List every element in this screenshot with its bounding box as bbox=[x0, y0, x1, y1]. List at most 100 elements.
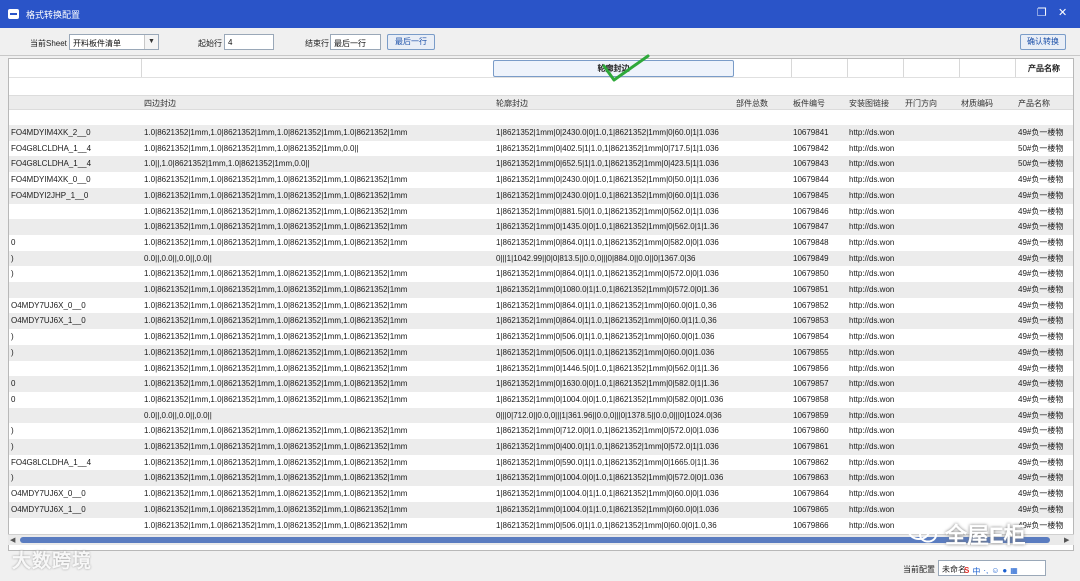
four-edge-cell[interactable]: 1.0|8621352|1mm,1.0|8621352|1mm,1.0|8621… bbox=[144, 301, 444, 311]
product-name-cell[interactable]: 49#负一楼物 bbox=[1018, 411, 1073, 421]
four-edge-cell[interactable]: 1.0|8621352|1mm,1.0|8621352|1mm,1.0|8621… bbox=[144, 426, 444, 436]
scroll-left-icon[interactable]: ◀ bbox=[10, 535, 15, 546]
table-row[interactable]: FO4MDYIM4XK_0__0 1.0|8621352|1mm,1.0|8621… bbox=[9, 172, 1073, 189]
product-name-cell[interactable]: 49#负一楼物 bbox=[1018, 269, 1073, 279]
board-id-cell[interactable]: 10679861 bbox=[793, 442, 843, 452]
chevron-down-icon[interactable]: ▼ bbox=[144, 35, 158, 49]
product-name-cell[interactable]: 49#负一楼物 bbox=[1018, 458, 1073, 468]
four-edge-cell[interactable]: 0.0||,0.0||,0.0||,0.0|| bbox=[144, 411, 444, 421]
table-row[interactable]: 1.0|8621352|1mm,1.0|8621352|1mm,1.0|8621… bbox=[9, 360, 1073, 377]
contour-edge-cell[interactable]: 1|8621352|1mm|0|1630.0|0|1.0,1|8621352|1… bbox=[496, 379, 746, 389]
product-name-cell[interactable]: 49#负一楼物 bbox=[1018, 301, 1073, 311]
close-icon[interactable]: ✕ bbox=[1058, 6, 1067, 19]
install-link-cell[interactable]: http://ds.won bbox=[849, 505, 909, 515]
row-id-cell[interactable]: ) bbox=[11, 473, 136, 483]
board-id-cell[interactable]: 10679863 bbox=[793, 473, 843, 483]
four-edge-cell[interactable]: 1.0|8621352|1mm,1.0|8621352|1mm,1.0|8621… bbox=[144, 175, 444, 185]
row-id-cell[interactable]: FO4G8LCLDHA_1__4 bbox=[11, 458, 136, 468]
product-name-cell[interactable]: 49#负一楼物 bbox=[1018, 521, 1073, 531]
product-name-cell[interactable]: 49#负一楼物 bbox=[1018, 364, 1073, 374]
col-header-board-id[interactable]: 板件编号 bbox=[793, 99, 825, 109]
start-row-input[interactable]: 4 bbox=[224, 34, 274, 50]
product-name-cell[interactable]: 49#负一楼物 bbox=[1018, 348, 1073, 358]
install-link-cell[interactable]: http://ds.won bbox=[849, 254, 909, 264]
contour-edge-cell[interactable]: 1|8621352|1mm|0|1435.0|0|1.0,1|8621352|1… bbox=[496, 222, 746, 232]
contour-edge-cell[interactable]: 1|8621352|1mm|0|2430.0|0|1.0,1|8621352|1… bbox=[496, 175, 746, 185]
four-edge-cell[interactable]: 1.0|8621352|1mm,1.0|8621352|1mm,1.0|8621… bbox=[144, 269, 444, 279]
board-id-cell[interactable]: 10679841 bbox=[793, 128, 843, 138]
contour-edge-cell[interactable]: 1|8621352|1mm|0|1004.0|0|1.0,1|8621352|1… bbox=[496, 473, 746, 483]
install-link-cell[interactable]: http://ds.won bbox=[849, 348, 909, 358]
table-row[interactable]: O4MDY7UJ6X_1__0 1.0|8621352|1mm,1.0|86213… bbox=[9, 313, 1073, 330]
row-id-cell[interactable]: FO4G8LCLDHA_1__4 bbox=[11, 159, 136, 169]
board-id-cell[interactable]: 10679843 bbox=[793, 159, 843, 169]
table-row[interactable]: ) 0.0||,0.0||,0.0||,0.0|| 0|||1|1042.99||0… bbox=[9, 250, 1073, 267]
row-id-cell[interactable]: ) bbox=[11, 254, 136, 264]
table-row[interactable]: ) 1.0|8621352|1mm,1.0|8621352|1mm,1.0|862… bbox=[9, 470, 1073, 487]
product-name-cell[interactable]: 49#负一楼物 bbox=[1018, 332, 1073, 342]
install-link-cell[interactable]: http://ds.won bbox=[849, 458, 909, 468]
row-id-cell[interactable]: ) bbox=[11, 442, 136, 452]
table-row[interactable]: 0 1.0|8621352|1mm,1.0|8621352|1mm,1.0|862… bbox=[9, 391, 1073, 408]
four-edge-cell[interactable]: 1.0|8621352|1mm,1.0|8621352|1mm,1.0|8621… bbox=[144, 364, 444, 374]
table-row[interactable]: FO4MDYI2JHP_1__0 1.0|8621352|1mm,1.0|8621… bbox=[9, 187, 1073, 204]
contour-edge-cell[interactable]: 1|8621352|1mm|0|506.0|1|1.0,1|8621352|1m… bbox=[496, 332, 746, 342]
row-id-cell[interactable]: FO4MDYI2JHP_1__0 bbox=[11, 191, 136, 201]
contour-edge-cell[interactable]: 1|8621352|1mm|0|652.5|1|1.0,1|8621352|1m… bbox=[496, 159, 746, 169]
contour-edge-cell[interactable]: 0|||1|1042.99||0|0|813.5||0.0,0|||0|884.… bbox=[496, 254, 746, 264]
table-row[interactable]: 0 1.0|8621352|1mm,1.0|8621352|1mm,1.0|862… bbox=[9, 376, 1073, 393]
row-id-cell[interactable]: ) bbox=[11, 348, 136, 358]
four-edge-cell[interactable]: 1.0|8621352|1mm,1.0|8621352|1mm,1.0|8621… bbox=[144, 316, 444, 326]
table-row[interactable]: FO4G8LCLDHA_1__4 1.0||,1.0|8621352|1mm,1.… bbox=[9, 156, 1073, 173]
table-row[interactable]: FO4G8LCLDHA_1__4 1.0|8621352|1mm,1.0|8621… bbox=[9, 140, 1073, 157]
board-id-cell[interactable]: 10679855 bbox=[793, 348, 843, 358]
row-id-cell[interactable]: O4MDY7UJ6X_0__0 bbox=[11, 301, 136, 311]
install-link-cell[interactable]: http://ds.won bbox=[849, 521, 909, 531]
row-id-cell[interactable]: ) bbox=[11, 332, 136, 342]
product-name-cell[interactable]: 49#负一楼物 bbox=[1018, 128, 1073, 138]
contour-edge-cell[interactable]: 1|8621352|1mm|0|1004.0|1|1.0,1|8621352|1… bbox=[496, 505, 746, 515]
row-id-cell[interactable]: FO4MDYIM4XK_0__0 bbox=[11, 175, 136, 185]
four-edge-cell[interactable]: 1.0|8621352|1mm,1.0|8621352|1mm,1.0|8621… bbox=[144, 348, 444, 358]
four-edge-cell[interactable]: 1.0|8621352|1mm,1.0|8621352|1mm,1.0|8621… bbox=[144, 144, 444, 154]
install-link-cell[interactable]: http://ds.won bbox=[849, 175, 909, 185]
contour-edge-cell[interactable]: 1|8621352|1mm|0|1004.0|1|1.0,1|8621352|1… bbox=[496, 489, 746, 499]
contour-edge-cell[interactable]: 1|8621352|1mm|0|1080.0|1|1.0,1|8621352|1… bbox=[496, 285, 746, 295]
board-id-cell[interactable]: 10679856 bbox=[793, 364, 843, 374]
board-id-cell[interactable]: 10679859 bbox=[793, 411, 843, 421]
board-id-cell[interactable]: 10679848 bbox=[793, 238, 843, 248]
install-link-cell[interactable]: http://ds.won bbox=[849, 238, 909, 248]
scrollbar-thumb[interactable] bbox=[20, 537, 1050, 543]
col-header-material-code[interactable]: 材质编码 bbox=[961, 99, 993, 109]
contour-edge-cell[interactable]: 1|8621352|1mm|0|712.0|0|1.0,1|8621352|1m… bbox=[496, 426, 746, 436]
contour-edge-cell[interactable]: 1|8621352|1mm|0|400.0|1|1.0,1|8621352|1m… bbox=[496, 442, 746, 452]
product-name-cell[interactable]: 49#负一楼物 bbox=[1018, 254, 1073, 264]
col-header-install-link[interactable]: 安装图链接 bbox=[849, 99, 889, 109]
board-id-cell[interactable]: 10679860 bbox=[793, 426, 843, 436]
product-name-cell[interactable]: 49#负一楼物 bbox=[1018, 207, 1073, 217]
install-link-cell[interactable]: http://ds.won bbox=[849, 316, 909, 326]
install-link-cell[interactable]: http://ds.won bbox=[849, 426, 909, 436]
row-id-cell[interactable]: ) bbox=[11, 426, 136, 436]
install-link-cell[interactable]: http://ds.won bbox=[849, 489, 909, 499]
product-name-cell[interactable]: 50#负一楼物 bbox=[1018, 159, 1073, 169]
row-id-cell[interactable]: 0 bbox=[11, 238, 136, 248]
four-edge-cell[interactable]: 1.0|8621352|1mm,1.0|8621352|1mm,1.0|8621… bbox=[144, 505, 444, 515]
board-id-cell[interactable]: 10679842 bbox=[793, 144, 843, 154]
board-id-cell[interactable]: 10679866 bbox=[793, 521, 843, 531]
contour-edge-cell[interactable]: 1|8621352|1mm|0|1446.5|0|1.0,1|8621352|1… bbox=[496, 364, 746, 374]
four-edge-cell[interactable]: 1.0|8621352|1mm,1.0|8621352|1mm,1.0|8621… bbox=[144, 521, 444, 531]
board-id-cell[interactable]: 10679851 bbox=[793, 285, 843, 295]
product-name-cell[interactable]: 49#负一楼物 bbox=[1018, 222, 1073, 232]
four-edge-cell[interactable]: 0.0||,0.0||,0.0||,0.0|| bbox=[144, 254, 444, 264]
contour-edge-cell[interactable]: 1|8621352|1mm|0|881.5|0|1.0,1|8621352|1m… bbox=[496, 207, 746, 217]
four-edge-cell[interactable]: 1.0|8621352|1mm,1.0|8621352|1mm,1.0|8621… bbox=[144, 332, 444, 342]
product-name-cell[interactable]: 49#负一楼物 bbox=[1018, 191, 1073, 201]
table-row[interactable]: 1.0|8621352|1mm,1.0|8621352|1mm,1.0|8621… bbox=[9, 219, 1073, 236]
contour-edge-cell[interactable]: 1|8621352|1mm|0|864.0|1|1.0,1|8621352|1m… bbox=[496, 301, 746, 311]
install-link-cell[interactable]: http://ds.won bbox=[849, 395, 909, 405]
product-name-cell[interactable]: 49#负一楼物 bbox=[1018, 426, 1073, 436]
table-row[interactable]: O4MDY7UJ6X_1__0 1.0|8621352|1mm,1.0|86213… bbox=[9, 501, 1073, 518]
row-id-cell[interactable]: O4MDY7UJ6X_0__0 bbox=[11, 489, 136, 499]
board-id-cell[interactable]: 10679852 bbox=[793, 301, 843, 311]
